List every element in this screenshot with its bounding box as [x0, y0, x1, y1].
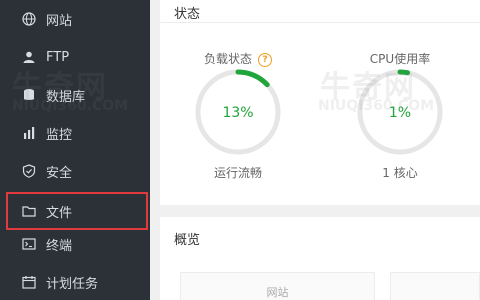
sidebar-item-terminal[interactable]: 终端 [0, 225, 150, 263]
sidebar-item-label: 文件 [46, 205, 73, 221]
database-icon [22, 88, 36, 102]
sidebar-item-label: 安全 [46, 165, 73, 181]
sidebar-item-security[interactable]: 安全 [0, 152, 150, 190]
gauge-label: 负载状态? [188, 50, 288, 67]
globe-icon [22, 12, 36, 26]
sidebar-item-label: 网站 [46, 13, 73, 29]
status-panel: 状态 负载状态? 13% 运行流畅 CPU使用率 1% 1 核心 [160, 0, 480, 205]
cpu-sub: 1 核心 [382, 166, 418, 180]
sidebar-item-label: 监控 [46, 127, 73, 143]
sidebar-item-cron[interactable]: 计划任务 [0, 263, 150, 300]
folder-icon [22, 204, 36, 218]
load-value: 13% [222, 105, 254, 121]
panel-title: 概览 [174, 233, 201, 248]
help-icon[interactable]: ? [258, 52, 272, 67]
overview-card[interactable] [390, 272, 480, 300]
overview-panel: 概览 网站 [160, 217, 480, 300]
sidebar-item-label: 计划任务 [46, 276, 99, 292]
sidebar-item-website[interactable]: 网站 [0, 0, 150, 38]
user-icon [22, 50, 36, 64]
shield-icon [22, 164, 36, 178]
calendar-icon [22, 275, 36, 289]
panel-title: 状态 [174, 7, 201, 22]
cpu-value: 1% [388, 105, 412, 121]
overview-card-label: 网站 [266, 286, 289, 299]
sidebar-item-label: FTP [46, 49, 70, 65]
sidebar: 网站 FTP 数据库 监控 安全 文件 终端 计划任务 [0, 0, 150, 300]
load-sub: 运行流畅 [213, 166, 262, 180]
sidebar-item-database[interactable]: 数据库 [0, 76, 150, 114]
overview-card-website[interactable]: 网站 [180, 272, 375, 300]
sidebar-item-ftp[interactable]: FTP [0, 38, 150, 76]
sidebar-item-monitor[interactable]: 监控 [0, 114, 150, 152]
monitor-icon [22, 126, 36, 140]
sidebar-item-label: 终端 [46, 238, 73, 254]
sidebar-item-label: 数据库 [46, 89, 86, 105]
cpu-label: CPU使用率 [369, 52, 431, 66]
load-label: 负载状态 [203, 52, 252, 66]
main-content: 状态 负载状态? 13% 运行流畅 CPU使用率 1% 1 核心 概览 网站 [150, 0, 480, 300]
terminal-icon [22, 237, 36, 251]
divider [160, 22, 480, 23]
